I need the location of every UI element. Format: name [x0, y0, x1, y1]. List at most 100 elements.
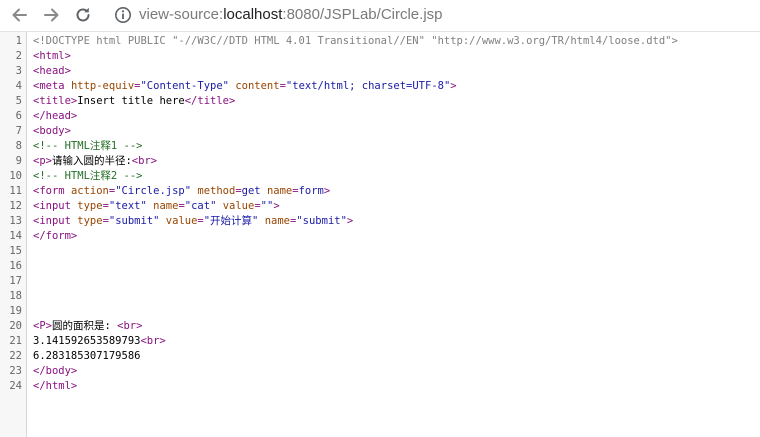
source-line: 23 </body>: [0, 364, 760, 379]
line-number: 21: [9, 335, 22, 347]
source-line: 2 <html>: [0, 49, 760, 64]
code-token-val: "cat": [184, 200, 217, 212]
line-number: 22: [9, 350, 22, 362]
url-scheme: view-source:: [139, 6, 224, 23]
code-token-doctype: <!DOCTYPE html PUBLIC "-//W3C//DTD HTML …: [33, 35, 678, 47]
line-number: 6: [15, 110, 22, 122]
source-line: 21 3.141592653589793<br>: [0, 334, 760, 349]
source-line: 22 6.283185307179586: [0, 349, 760, 364]
code-token-comment: <!-- HTML注释2 -->: [33, 170, 143, 182]
line-content: 3.141592653589793<br>: [33, 334, 166, 349]
code-token-attr: method: [197, 185, 236, 197]
source-line: 12 <input type="text" name="cat" value=""…: [0, 199, 760, 214]
code-token-tag: </html>: [33, 380, 78, 392]
code-token-attr: type: [77, 200, 103, 212]
code-token-val: "Content-Type": [140, 80, 229, 92]
reload-button[interactable]: [70, 3, 96, 27]
source-line: 19: [0, 304, 760, 319]
code-token-tag: <meta: [33, 80, 71, 92]
line-content: <head>: [33, 64, 71, 79]
code-token-attr: content: [235, 80, 280, 92]
code-token-text: 圆的面积是:: [51, 320, 118, 332]
line-content: </html>: [33, 379, 77, 394]
line-number: 11: [9, 185, 22, 197]
code-token-tag: >: [273, 200, 280, 212]
code-token-tag: <input: [33, 200, 78, 212]
line-number: 23: [9, 365, 22, 377]
line-number: 2: [15, 50, 22, 62]
code-token-val: form: [298, 185, 324, 197]
line-number: 20: [9, 320, 22, 332]
code-token-tag: <br>: [140, 335, 166, 347]
code-token-attr: name: [264, 215, 291, 227]
line-number: 8: [15, 140, 22, 152]
line-number: 17: [9, 275, 22, 287]
line-content: </body>: [33, 364, 77, 379]
code-token-tag: </body>: [33, 365, 78, 377]
forward-button[interactable]: [38, 3, 64, 27]
line-number: 15: [9, 245, 22, 257]
line-number: 16: [9, 260, 22, 272]
url-host: localhost: [223, 6, 283, 23]
url-path: :8080/JSPLab/Circle.jsp: [282, 6, 443, 23]
line-content: <input type="submit" value="开始计算" name="…: [33, 214, 353, 229]
source-line: 7 <body>: [0, 124, 760, 139]
code-token-attr: name: [266, 185, 293, 197]
line-number: 3: [15, 65, 22, 77]
code-token-attr: name: [153, 200, 179, 212]
code-token-val: "submit": [108, 215, 160, 227]
source-line: 9 <p>请输入圆的半径:<br>: [0, 154, 760, 169]
source-line: 24 </html>: [0, 379, 760, 394]
line-content: <body>: [33, 124, 71, 139]
line-number: 7: [15, 125, 22, 137]
line-content: <!-- HTML注释2 -->: [33, 169, 143, 184]
line-content: </head>: [33, 109, 77, 124]
code-token-tag: </title>: [184, 95, 236, 107]
line-number: 9: [15, 155, 22, 167]
code-token-attr: type: [77, 215, 103, 227]
source-line: 3 <head>: [0, 64, 760, 79]
address-bar[interactable]: view-source:localhost:8080/JSPLab/Circle…: [139, 5, 443, 25]
code-token-tag: <body>: [33, 125, 71, 137]
source-line: 11 <form action="Circle.jsp" method=get n…: [0, 184, 760, 199]
source-line: 17: [0, 274, 760, 289]
line-content: <html>: [33, 49, 71, 64]
source-line: 6 </head>: [0, 109, 760, 124]
code-token-tag: <p>: [33, 155, 52, 167]
code-token-tag: >: [323, 185, 331, 197]
code-token-tag: >: [346, 215, 354, 227]
back-button[interactable]: [7, 3, 33, 27]
line-content: 6.283185307179586: [33, 349, 140, 364]
line-content: <P>圆的面积是: <br>: [33, 319, 142, 334]
line-number: 18: [9, 290, 22, 302]
info-icon: [115, 7, 131, 23]
site-info-button[interactable]: [114, 6, 132, 24]
line-content: <form action="Circle.jsp" method=get nam…: [33, 184, 330, 199]
code-token-comment: <!-- HTML注释1 -->: [33, 140, 143, 152]
line-number: 24: [9, 380, 22, 392]
code-token-tag: <br>: [117, 320, 143, 332]
code-token-val: "text/html; charset=UTF-8": [285, 80, 451, 92]
line-content: <input type="text" name="cat" value="">: [33, 199, 280, 214]
code-token-val: "Circle.jsp": [115, 185, 192, 197]
source-line: 14 </form>: [0, 229, 760, 244]
source-line: 10 <!-- HTML注释2 -->: [0, 169, 760, 184]
source-line: 1 <!DOCTYPE html PUBLIC "-//W3C//DTD HTML…: [0, 34, 760, 49]
source-code-view: 1 <!DOCTYPE html PUBLIC "-//W3C//DTD HTML…: [0, 34, 760, 394]
code-token-val: "text": [108, 200, 147, 212]
line-number: 5: [15, 95, 22, 107]
code-token-text: Insert title here: [77, 95, 185, 107]
source-line: 18: [0, 289, 760, 304]
line-number: 14: [9, 230, 22, 242]
code-token-attr: value: [222, 200, 255, 212]
code-token-val: "submit": [296, 215, 347, 227]
code-token-val: "": [260, 200, 274, 212]
source-line: 20 <P>圆的面积是: <br>: [0, 319, 760, 334]
forward-arrow-icon: [44, 8, 59, 22]
line-number: 1: [15, 35, 22, 47]
line-number: 10: [9, 170, 22, 182]
line-content: <!-- HTML注释1 -->: [33, 139, 143, 154]
code-token-val: "开始计算": [203, 215, 259, 227]
code-token-attr: value: [165, 215, 198, 227]
code-token-tag: <form: [33, 185, 71, 197]
